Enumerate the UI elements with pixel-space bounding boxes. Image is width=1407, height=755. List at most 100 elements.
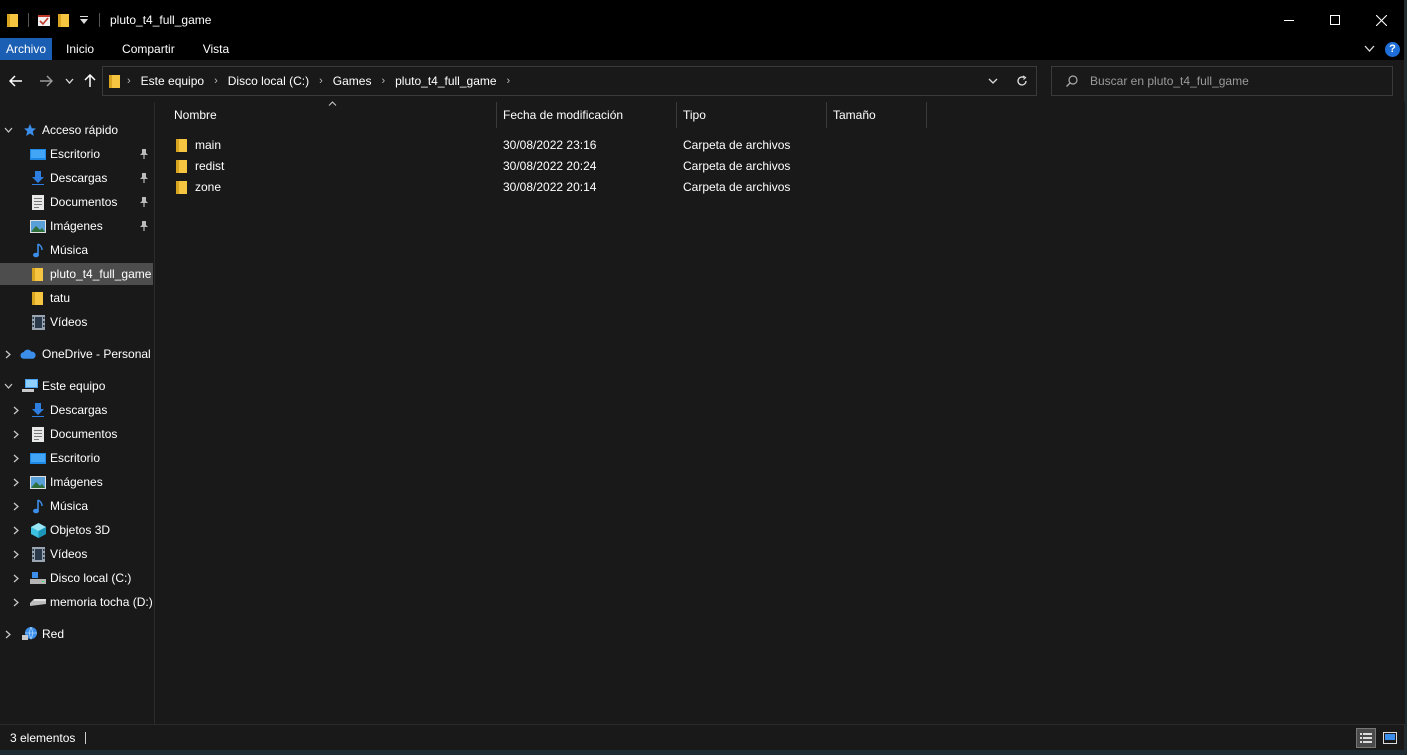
qat-divider	[28, 13, 29, 27]
breadcrumb-separator[interactable]: ›	[313, 75, 329, 87]
large-icons-view-icon	[1383, 732, 1397, 744]
quick-access-toolbar: pluto_t4_full_game	[0, 0, 211, 40]
sidebar-item-label: Este equipo	[42, 379, 106, 393]
tab-archivo[interactable]: Archivo	[0, 38, 53, 60]
chevron-right-icon[interactable]	[10, 591, 22, 613]
pin-icon	[139, 219, 149, 233]
status-bar: 3 elementos	[0, 724, 1404, 750]
breadcrumb-games[interactable]: Games	[329, 74, 376, 88]
chevron-right-icon[interactable]	[10, 495, 22, 517]
breadcrumb-este-equipo[interactable]: Este equipo	[137, 74, 208, 88]
breadcrumb-separator[interactable]: ›	[208, 75, 224, 87]
minimize-button[interactable]	[1266, 0, 1312, 40]
sidebar-item-pc-disco-local[interactable]: Disco local (C:)	[0, 567, 153, 589]
status-divider	[85, 731, 87, 744]
chevron-right-icon[interactable]	[10, 423, 22, 445]
sidebar-item-acceso-rapido[interactable]: Acceso rápido	[0, 119, 153, 141]
file-row[interactable]: redist 30/08/2022 20:24 Carpeta de archi…	[156, 155, 936, 176]
chevron-right-icon[interactable]	[10, 447, 22, 469]
star-icon	[22, 122, 38, 138]
sidebar-item-videos[interactable]: Vídeos	[0, 311, 153, 333]
sidebar-item-imagenes[interactable]: Imágenes	[0, 215, 153, 237]
column-header-type[interactable]: Tipo	[677, 102, 827, 128]
expand-ribbon-button[interactable]	[1364, 42, 1375, 56]
sidebar-item-documentos[interactable]: Documentos	[0, 191, 153, 213]
column-header-label: Tipo	[683, 108, 706, 122]
chevron-down-icon[interactable]	[2, 119, 14, 141]
forward-button[interactable]	[36, 70, 56, 92]
column-header-name[interactable]: Nombre	[168, 102, 497, 128]
file-row[interactable]: zone 30/08/2022 20:14 Carpeta de archivo…	[156, 176, 936, 197]
music-icon	[30, 498, 46, 514]
address-history-button[interactable]	[988, 78, 998, 84]
sidebar-item-pc-musica[interactable]: Música	[0, 495, 153, 517]
large-icons-view-button[interactable]	[1380, 728, 1400, 748]
new-folder-icon[interactable]	[57, 13, 71, 27]
network-icon	[22, 626, 38, 642]
sidebar-item-label: Descargas	[50, 403, 108, 417]
properties-icon[interactable]	[37, 13, 51, 27]
sidebar-item-label: Descargas	[50, 171, 108, 185]
sidebar-item-descargas[interactable]: Descargas	[0, 167, 153, 189]
breadcrumb-separator[interactable]: ›	[375, 75, 391, 87]
sidebar-item-este-equipo[interactable]: Este equipo	[0, 375, 153, 397]
tab-vista[interactable]: Vista	[189, 38, 243, 60]
refresh-button[interactable]	[1016, 75, 1028, 87]
column-header-size[interactable]: Tamaño	[827, 102, 927, 128]
sidebar-item-escritorio[interactable]: Escritorio	[0, 143, 153, 165]
videos-icon	[30, 546, 46, 562]
chevron-right-icon[interactable]	[10, 471, 22, 493]
details-view-button[interactable]	[1356, 728, 1376, 748]
recent-locations-button[interactable]	[62, 70, 76, 92]
sidebar-item-red[interactable]: Red	[0, 623, 153, 645]
download-icon	[30, 170, 46, 186]
column-header-modified[interactable]: Fecha de modificación	[497, 102, 677, 128]
sidebar-item-pc-objetos-3d[interactable]: Objetos 3D	[0, 519, 153, 541]
file-name: main	[195, 137, 222, 152]
minimize-icon	[1284, 20, 1294, 21]
chevron-right-icon[interactable]	[10, 567, 22, 589]
help-button[interactable]: ?	[1385, 41, 1400, 57]
folder-icon	[176, 176, 188, 197]
folder-icon	[30, 290, 46, 306]
qat-divider	[99, 13, 100, 27]
breadcrumb-disco-local[interactable]: Disco local (C:)	[224, 74, 313, 88]
sidebar-item-pc-memoria-tocha[interactable]: memoria tocha (D:)	[0, 591, 153, 613]
chevron-right-icon[interactable]	[10, 399, 22, 421]
search-box[interactable]	[1051, 66, 1393, 96]
back-button[interactable]	[6, 70, 26, 92]
item-count: 3 elementos	[10, 730, 76, 745]
chevron-right-icon[interactable]	[2, 343, 14, 365]
pin-icon	[139, 195, 149, 209]
sidebar-item-pluto-t4-full-game[interactable]: pluto_t4_full_game	[0, 263, 153, 285]
sidebar-item-onedrive[interactable]: OneDrive - Personal	[0, 343, 153, 365]
sidebar-item-label: Escritorio	[50, 451, 101, 465]
sidebar-item-pc-escritorio[interactable]: Escritorio	[0, 447, 153, 469]
up-button[interactable]	[80, 70, 100, 92]
breadcrumb-separator[interactable]: ›	[501, 75, 517, 87]
sidebar-item-pc-descargas[interactable]: Descargas	[0, 399, 153, 421]
chevron-down-icon[interactable]	[2, 375, 14, 397]
sidebar-item-pc-imagenes[interactable]: Imágenes	[0, 471, 153, 493]
sidebar-item-musica[interactable]: Música	[0, 239, 153, 261]
sidebar-item-pc-documentos[interactable]: Documentos	[0, 423, 153, 445]
sidebar-item-label: Documentos	[50, 427, 118, 441]
breadcrumb-current-folder[interactable]: pluto_t4_full_game	[391, 74, 500, 88]
tab-compartir[interactable]: Compartir	[108, 38, 189, 60]
file-list: Nombre Fecha de modificación Tipo Tamaño…	[156, 101, 1405, 724]
sidebar-item-tatu[interactable]: tatu	[0, 287, 153, 309]
sidebar-item-label: memoria tocha (D:)	[50, 595, 153, 609]
sidebar-item-pc-videos[interactable]: Vídeos	[0, 543, 153, 565]
chevron-right-icon[interactable]	[10, 519, 22, 541]
close-button[interactable]	[1358, 0, 1404, 40]
chevron-right-icon[interactable]	[10, 543, 22, 565]
file-modified: 30/08/2022 20:24	[503, 158, 597, 173]
tab-inicio[interactable]: Inicio	[52, 38, 108, 60]
file-row[interactable]: main 30/08/2022 23:16 Carpeta de archivo…	[156, 134, 936, 155]
customize-qat-icon[interactable]	[77, 13, 91, 27]
maximize-button[interactable]	[1312, 0, 1358, 40]
chevron-right-icon[interactable]	[2, 623, 14, 645]
address-bar[interactable]: › Este equipo › Disco local (C:) › Games…	[102, 66, 1037, 96]
search-input[interactable]	[1090, 74, 1370, 88]
download-icon	[30, 402, 46, 418]
